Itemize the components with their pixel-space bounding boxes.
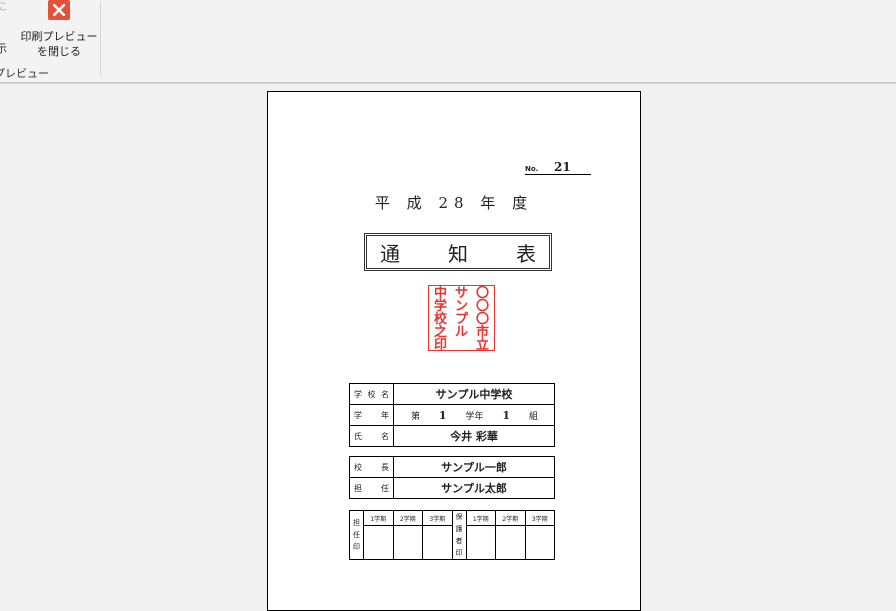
table-row: 学 年 第 1 学年 1 組 xyxy=(349,404,555,426)
table-row: 学 校 名 サンプル中学校 xyxy=(349,383,555,405)
student-info-table: 学 校 名 サンプル中学校 学 年 第 1 学年 1 組 氏 名 今井 彩華 xyxy=(349,383,555,447)
stamp-column: 中 学 校 之 印 xyxy=(431,287,450,352)
preview-page: No. 21 平 成 28 年 度 通 知 表 〇 〇 〇 市 立 サ ン プ … xyxy=(267,91,641,611)
partial-ribbon-icon: こ xyxy=(0,2,8,13)
title-char: 通 xyxy=(380,241,400,266)
school-seal-stamp: 〇 〇 〇 市 立 サ ン プ ル 中 学 校 之 印 xyxy=(428,285,495,352)
seal-label-char: 印 xyxy=(353,543,360,551)
stamp-char: 印 xyxy=(433,338,447,353)
stamp-char: ル xyxy=(454,325,468,340)
grade-prefix: 第 xyxy=(411,411,421,422)
stamp-char: 立 xyxy=(475,338,489,353)
seal-table: 担 任 印 1学期 2学期 3学期 保 護 者 印 1学期 2学期 3学期 xyxy=(349,509,555,560)
ribbon: こ 示 プレビュー 印刷プレビュー を閉じる xyxy=(0,0,896,83)
school-name-value: サンプル中学校 xyxy=(393,383,555,405)
seal-label-char: 保 xyxy=(455,513,463,521)
class-value: 1 xyxy=(502,408,511,422)
term-header: 1学期 xyxy=(363,509,394,527)
document-number: No. 21 xyxy=(525,160,591,175)
homeroom-teacher-label: 担 任 xyxy=(349,477,394,499)
seal-label-char: 護 xyxy=(455,525,463,533)
grade-unit: 学年 xyxy=(465,411,484,422)
term-header: 1学期 xyxy=(465,509,496,527)
grade-label: 学 年 xyxy=(349,404,394,426)
principal-label: 校 長 xyxy=(349,456,394,478)
title-char: 表 xyxy=(516,241,536,266)
seal-label-char: 者 xyxy=(455,537,463,545)
guardian-seal-label: 保 護 者 印 xyxy=(451,510,467,560)
close-x-icon xyxy=(48,0,70,20)
grade-value-cell: 第 1 学年 1 組 xyxy=(393,404,555,426)
term-header: 2学期 xyxy=(495,509,526,527)
number-label: No. xyxy=(525,165,539,173)
seal-label-char: 印 xyxy=(455,549,463,557)
stamp-column: 〇 〇 〇 市 立 xyxy=(473,287,492,352)
term-header: 3学期 xyxy=(524,509,555,527)
student-name-value: 今井 彩華 xyxy=(393,425,555,447)
seal-cell xyxy=(422,525,453,560)
ribbon-divider xyxy=(0,83,896,84)
homeroom-teacher-value: サンプル太郎 xyxy=(393,477,555,499)
table-row: 担 任 サンプル太郎 xyxy=(349,477,555,499)
close-label-line1: 印刷プレビュー xyxy=(20,30,98,43)
term-header: 2学期 xyxy=(392,509,423,527)
school-name-label: 学 校 名 xyxy=(349,383,394,405)
student-name-label: 氏 名 xyxy=(349,425,394,447)
stamp-column: サ ン プ ル xyxy=(452,287,471,339)
class-unit: 組 xyxy=(528,411,538,422)
table-row: 校 長 サンプル一郎 xyxy=(349,456,555,478)
seal-cell xyxy=(363,525,394,560)
partial-show-label[interactable]: 示 xyxy=(0,40,7,56)
teacher-seal-label: 担 任 印 xyxy=(349,510,364,560)
seal-label-char: 担 xyxy=(353,519,360,527)
ribbon-separator xyxy=(100,2,101,76)
term-header: 3学期 xyxy=(422,509,453,527)
close-label-line2: を閉じる xyxy=(37,45,81,58)
table-row: 担 任 印 1学期 2学期 3学期 保 護 者 印 1学期 2学期 3学期 xyxy=(349,509,555,560)
close-print-preview-button[interactable]: 印刷プレビュー を閉じる xyxy=(20,0,98,62)
seal-cell xyxy=(465,525,496,560)
principal-value: サンプル一郎 xyxy=(393,456,555,478)
number-value: 21 xyxy=(554,160,571,174)
table-row: 氏 名 今井 彩華 xyxy=(349,425,555,447)
staff-table: 校 長 サンプル一郎 担 任 サンプル太郎 xyxy=(349,456,555,499)
seal-cell xyxy=(495,525,526,560)
close-print-preview-label: 印刷プレビュー を閉じる xyxy=(20,29,98,59)
ribbon-group-label: プレビュー xyxy=(0,67,49,80)
era-title: 平 成 28 年 度 xyxy=(374,194,534,212)
seal-label-char: 任 xyxy=(353,531,360,539)
grade-value: 1 xyxy=(438,408,447,422)
report-card-title: 通 知 表 xyxy=(364,233,552,271)
seal-cell xyxy=(392,525,423,560)
seal-cell xyxy=(524,525,555,560)
title-char: 知 xyxy=(448,241,468,266)
